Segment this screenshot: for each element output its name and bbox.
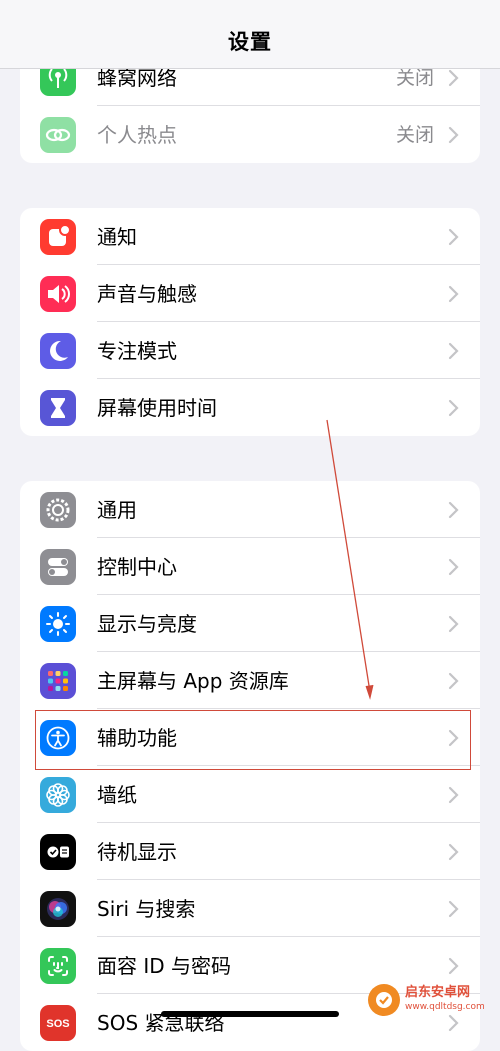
watermark: 启东安卓网 www.qdltdsg.com [368, 979, 494, 1021]
watermark-logo-icon [368, 984, 400, 1016]
watermark-url: www.qdltdsg.com [405, 1002, 485, 1012]
home-indicator [161, 1011, 339, 1017]
watermark-name: 启东安卓网 [405, 985, 471, 1000]
annotation-arrow [326, 419, 374, 700]
